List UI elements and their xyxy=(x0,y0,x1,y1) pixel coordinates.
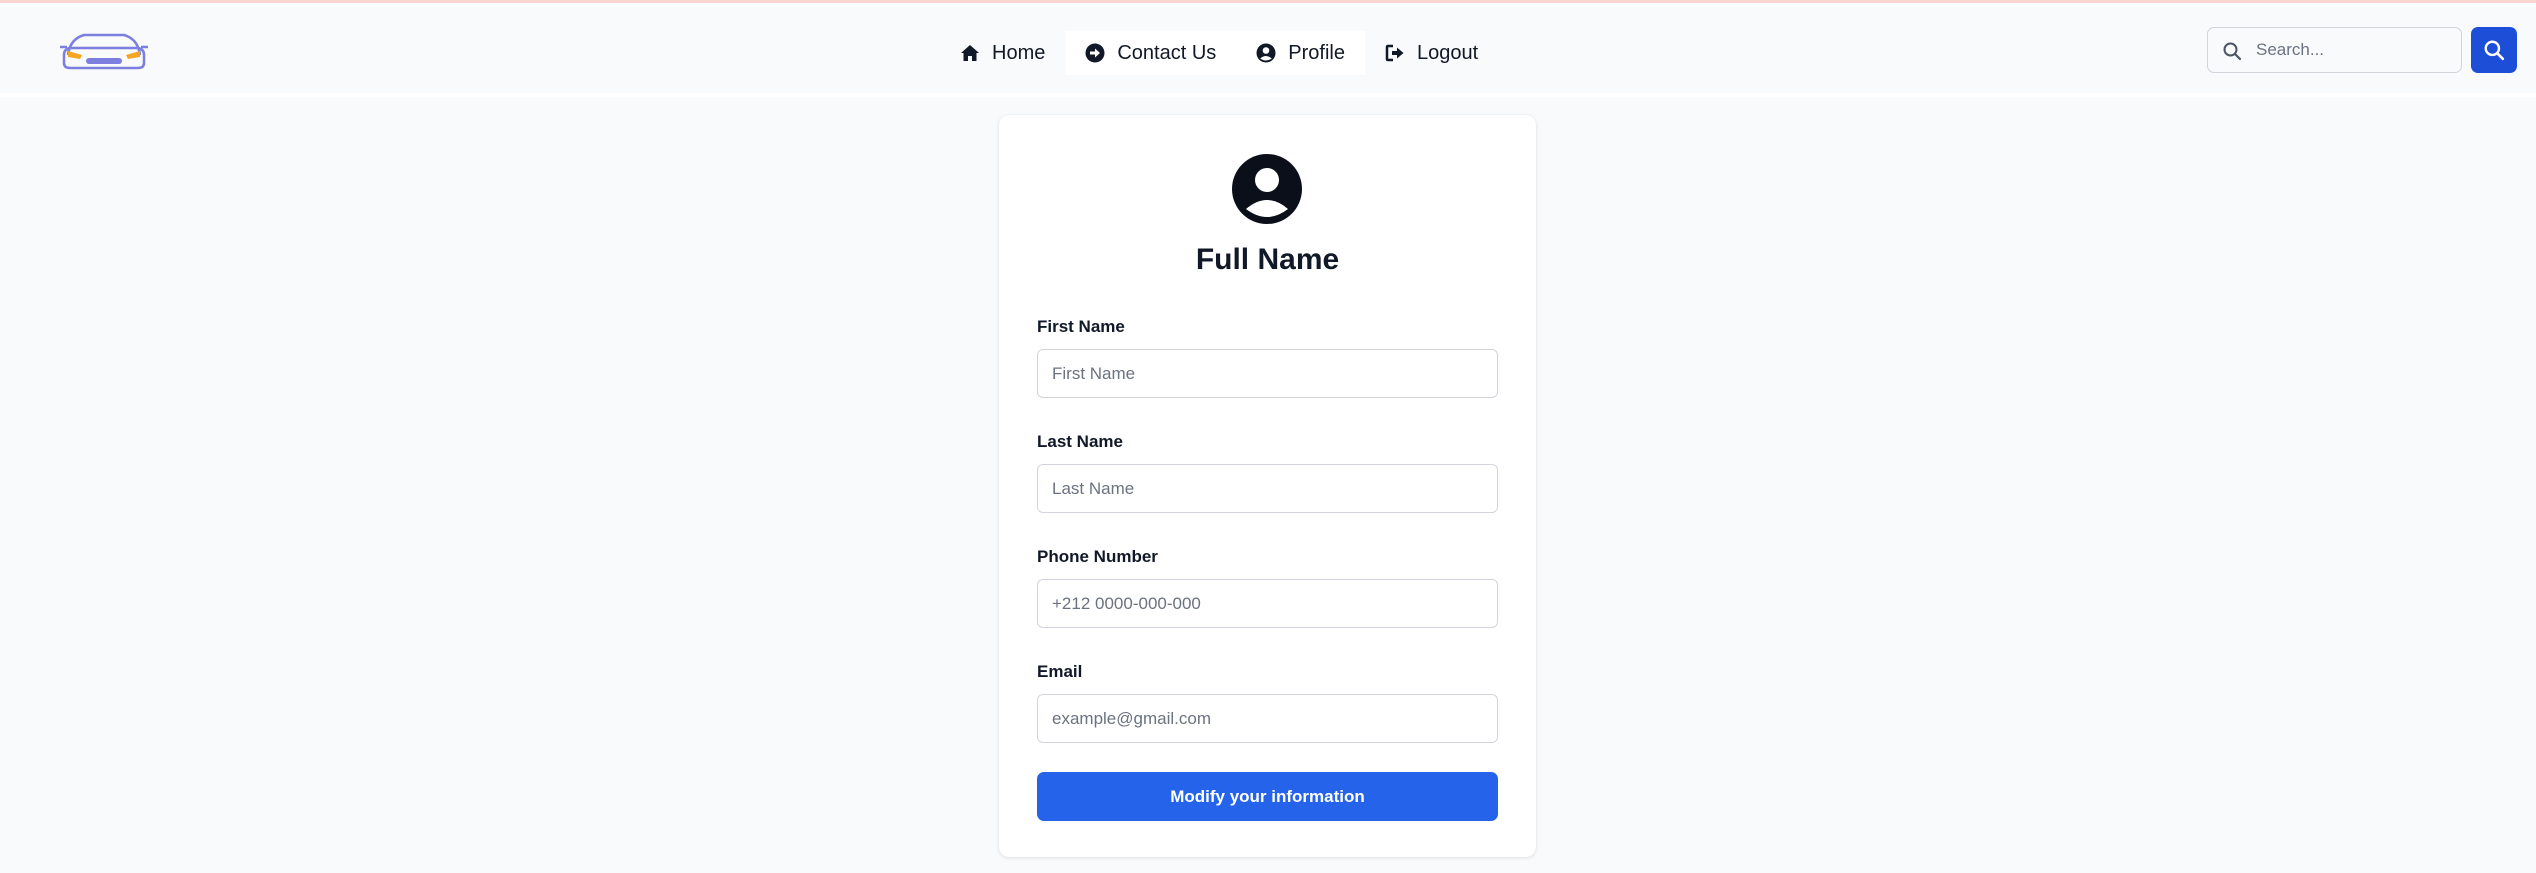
car-logo[interactable] xyxy=(58,25,150,75)
nav-contact-label: Contact Us xyxy=(1117,41,1217,64)
search-icon xyxy=(2484,40,2505,61)
user-circle-icon xyxy=(1256,43,1276,63)
user-circle-icon xyxy=(1232,154,1302,224)
navbar: Home Contact Us Profile Logout xyxy=(0,3,2536,97)
nav-home-label: Home xyxy=(992,41,1046,64)
nav-logout[interactable]: Logout xyxy=(1365,31,1499,75)
search-box xyxy=(2207,27,2462,73)
last-name-label: Last Name xyxy=(1037,432,1123,451)
modify-information-button[interactable]: Modify your information xyxy=(1037,772,1498,821)
page-title: Full Name xyxy=(1195,243,1340,276)
last-name-field[interactable] xyxy=(1037,464,1498,513)
nav-home[interactable]: Home xyxy=(940,31,1066,75)
sign-out-icon xyxy=(1385,44,1404,62)
email-field[interactable] xyxy=(1037,694,1498,743)
phone-number-label: Phone Number xyxy=(1037,547,1158,566)
nav-profile[interactable]: Profile xyxy=(1236,31,1365,75)
home-icon xyxy=(961,45,979,61)
first-name-label: First Name xyxy=(1037,317,1125,336)
first-name-field[interactable] xyxy=(1037,349,1498,398)
phone-number-field[interactable] xyxy=(1037,579,1498,628)
nav-profile-label: Profile xyxy=(1288,41,1345,64)
profile-card: Full Name First Name Last Name Phone Num… xyxy=(999,115,1536,857)
main-nav: Home Contact Us Profile Logout xyxy=(940,31,1499,75)
nav-logout-label: Logout xyxy=(1417,41,1479,64)
search-input[interactable] xyxy=(2256,28,2456,71)
search-button[interactable] xyxy=(2471,27,2517,73)
search-icon xyxy=(2223,42,2242,61)
arrow-circle-right-icon xyxy=(1085,43,1105,63)
email-label: Email xyxy=(1037,662,1083,681)
nav-contact-us[interactable]: Contact Us xyxy=(1065,31,1237,75)
